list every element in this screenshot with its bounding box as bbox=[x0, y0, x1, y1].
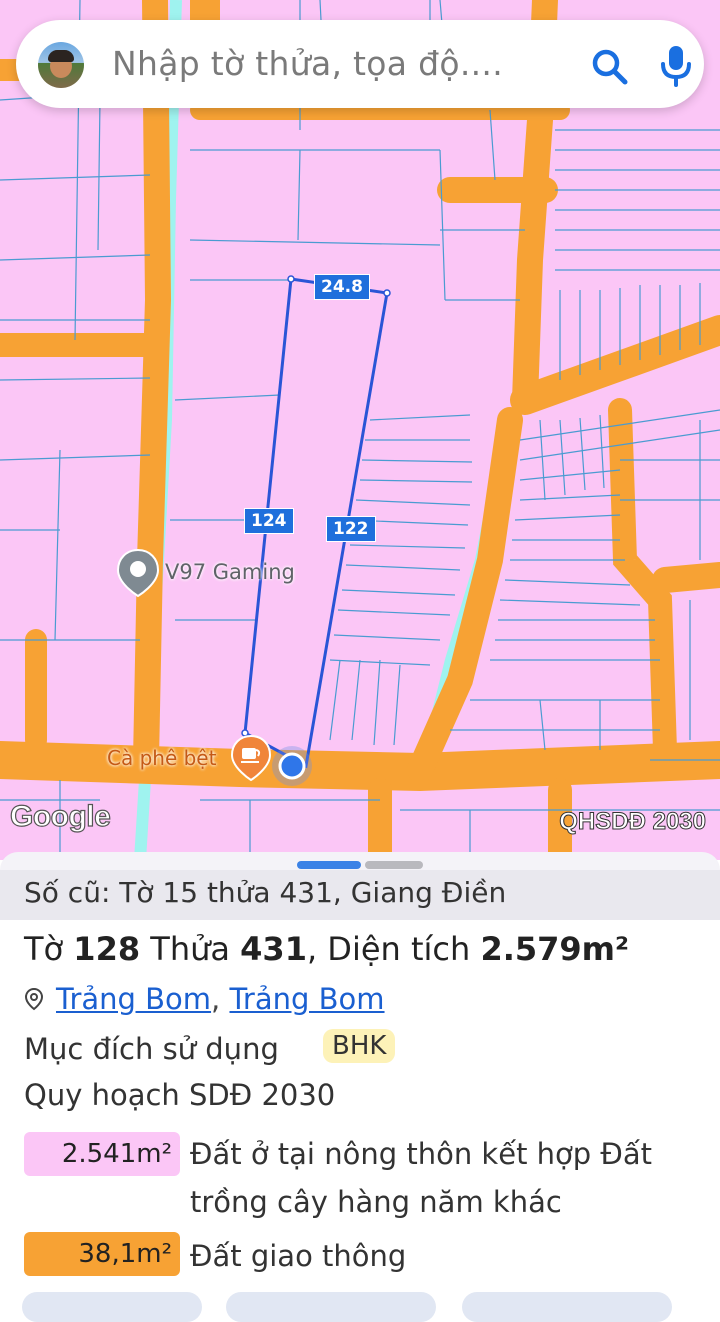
plan-description: Đất giao thông bbox=[190, 1239, 407, 1273]
plan-label: Quy hoạch SDĐ 2030 bbox=[24, 1078, 336, 1112]
district-link[interactable]: Trảng Bom bbox=[56, 982, 211, 1016]
google-logo: Google bbox=[9, 799, 111, 833]
location-outline-icon bbox=[24, 987, 44, 1011]
map-canvas[interactable] bbox=[0, 0, 720, 860]
action-button[interactable] bbox=[22, 1292, 202, 1322]
action-button[interactable] bbox=[226, 1292, 436, 1322]
cafe-pin-icon[interactable] bbox=[230, 734, 272, 782]
dimension-left-label: 124 bbox=[244, 508, 294, 534]
sheet-label: Tờ bbox=[24, 930, 64, 968]
search-bar[interactable]: Nhập tờ thửa, tọa độ.... bbox=[16, 20, 704, 108]
layer-label[interactable]: QHSDĐ 2030 bbox=[559, 808, 707, 836]
avatar[interactable] bbox=[38, 42, 84, 88]
dimension-right-label: 122 bbox=[326, 516, 376, 542]
old-record-text: Số cũ: Tờ 15 thửa 431, Giang Điền bbox=[24, 876, 507, 909]
purpose-code-badge: BHK bbox=[323, 1029, 396, 1063]
map-view[interactable]: 24.8 124 122 V97 Gaming Cà phê bệt Googl… bbox=[0, 0, 720, 860]
area-label: Diện tích bbox=[327, 930, 471, 968]
purpose-label: Mục đích sử dụng bbox=[24, 1032, 279, 1066]
sheet-number: 128 bbox=[73, 930, 141, 968]
microphone-icon[interactable] bbox=[656, 44, 696, 88]
plan-description: Đất ở tại nông thôn kết hợp Đất trồng câ… bbox=[190, 1137, 653, 1219]
poi-label[interactable]: V97 Gaming bbox=[165, 560, 295, 584]
action-button[interactable] bbox=[462, 1292, 672, 1322]
search-icon[interactable] bbox=[590, 47, 630, 87]
parcel-number: 431 bbox=[240, 930, 307, 968]
area-value: 2.579m² bbox=[480, 930, 630, 968]
parcel-info-sheet[interactable]: Số cũ: Tờ 15 thửa 431, Giang Điền Tờ 128… bbox=[0, 852, 720, 1322]
sheet-handle-active[interactable] bbox=[297, 861, 361, 869]
sheet-handle[interactable] bbox=[365, 861, 423, 869]
ward-link[interactable]: Trảng Bom bbox=[229, 982, 384, 1016]
plan-area-chip: 2.541m² bbox=[24, 1132, 180, 1176]
location-row: Trảng Bom, Trảng Bom bbox=[24, 982, 385, 1016]
search-input[interactable]: Nhập tờ thửa, tọa độ.... bbox=[112, 44, 503, 83]
dimension-top-label: 24.8 bbox=[314, 274, 370, 300]
parcel-title: Tờ 128 Thửa 431, Diện tích 2.579m² bbox=[24, 930, 630, 968]
cafe-label[interactable]: Cà phê bệt bbox=[107, 746, 216, 770]
my-location-icon bbox=[272, 746, 312, 786]
parcel-label: Thửa bbox=[150, 930, 230, 968]
location-pin-icon[interactable] bbox=[116, 548, 160, 598]
plan-area-chip: 38,1m² bbox=[24, 1232, 180, 1276]
